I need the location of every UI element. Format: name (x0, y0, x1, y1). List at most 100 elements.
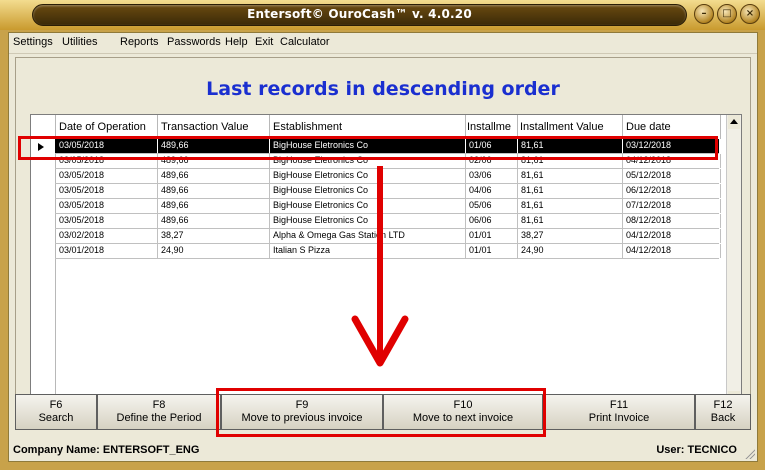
table-cell: 01/06 (469, 140, 492, 150)
cell-divider (622, 199, 623, 213)
col-due-date[interactable]: Due date (626, 121, 718, 133)
cell-divider (157, 199, 158, 213)
cell-divider (465, 229, 466, 243)
table-cell: 03/01/2018 (59, 245, 105, 255)
minimize-button[interactable]: – (694, 4, 714, 24)
table-row[interactable]: 03/05/2018 489,66 BigHouse Eletronics Co 06… (55, 214, 721, 229)
cell-divider (269, 214, 270, 228)
maximize-button[interactable]: □ (717, 4, 737, 24)
maximize-icon: □ (722, 8, 732, 19)
table-row[interactable]: 03/02/2018 38,27 Alpha & Omega Gas Station… (55, 229, 721, 244)
cell-divider (517, 244, 518, 258)
table-row[interactable]: 03/05/2018 489,66 BigHouse Eletronics Co 04… (55, 184, 721, 199)
define-period-label: Define the Period (116, 412, 202, 424)
cell-divider (622, 214, 623, 228)
vertical-scrollbar[interactable] (726, 115, 741, 405)
table-cell: 03/05/2018 (59, 170, 105, 180)
table-cell: 03/02/2018 (59, 230, 105, 240)
col-date-of-operation[interactable]: Date of Operation (59, 121, 155, 133)
table-cell: 03/05/2018 (59, 200, 105, 210)
col-establishment[interactable]: Establishment (273, 121, 463, 133)
menu-settings[interactable]: Settings (13, 36, 53, 48)
grid-header: Date of Operation Transaction Value Esta… (31, 115, 728, 139)
menu-reports[interactable]: Reports (120, 36, 159, 48)
table-cell: 489,66 (161, 185, 189, 195)
search-key: F6 (49, 399, 63, 411)
cell-divider (720, 169, 721, 183)
cell-divider (157, 139, 158, 153)
table-cell: 03/06 (469, 170, 492, 180)
header-divider (269, 115, 270, 139)
table-cell: BigHouse Eletronics Co (273, 170, 369, 180)
define-period-button[interactable]: F8 Define the Period (97, 394, 221, 430)
cell-divider (622, 169, 623, 183)
search-button[interactable]: F6 Search (15, 394, 97, 430)
header-divider (157, 115, 158, 139)
arrow-up-icon (730, 119, 738, 124)
cell-divider (720, 184, 721, 198)
cell-divider (720, 244, 721, 258)
table-row[interactable]: 03/01/2018 24,90 Italian S Pizza 01/01 24,90… (55, 244, 721, 259)
cell-divider (517, 214, 518, 228)
cell-divider (517, 169, 518, 183)
menu-help[interactable]: Help (225, 36, 248, 48)
title-pill: Entersoft© OuroCash™ v. 4.0.20 (32, 4, 687, 26)
cell-divider (269, 199, 270, 213)
col-transaction-value[interactable]: Transaction Value (161, 121, 267, 133)
table-cell: 04/12/2018 (626, 230, 672, 240)
scroll-up-button[interactable] (728, 115, 740, 129)
previous-invoice-button[interactable]: F9 Move to previous invoice (221, 394, 383, 430)
cell-divider (157, 184, 158, 198)
cell-divider (269, 169, 270, 183)
next-invoice-key: F10 (453, 399, 473, 411)
table-row[interactable]: 03/05/2018 489,66 BigHouse Eletronics Co 02… (55, 154, 721, 169)
table-cell: 24,90 (521, 245, 544, 255)
table-row[interactable]: 03/05/2018 489,66 BigHouse Eletronics Co 01… (55, 139, 721, 154)
cell-divider (622, 244, 623, 258)
cell-divider (622, 184, 623, 198)
back-button[interactable]: F12 Back (695, 394, 751, 430)
app-window: Entersoft© OuroCash™ v. 4.0.20 – □ × Set… (0, 0, 765, 470)
table-cell: 24,90 (161, 245, 184, 255)
resize-grip-icon[interactable] (743, 447, 755, 459)
table-cell: 05/12/2018 (626, 170, 672, 180)
cell-divider (720, 154, 721, 168)
cell-divider (465, 184, 466, 198)
table-cell: BigHouse Eletronics Co (273, 215, 369, 225)
col-installment-value[interactable]: Installment Value (520, 121, 620, 133)
table-row[interactable]: 03/05/2018 489,66 BigHouse Eletronics Co 05… (55, 199, 721, 214)
client-area: Settings Utilities Reports Passwords Hel… (8, 32, 758, 462)
next-invoice-button[interactable]: F10 Move to next invoice (383, 394, 543, 430)
col-installment[interactable]: Installme (467, 121, 517, 133)
close-button[interactable]: × (740, 4, 760, 24)
table-cell: 08/12/2018 (626, 215, 672, 225)
menu-passwords[interactable]: Passwords (167, 36, 221, 48)
print-invoice-button[interactable]: F11 Print Invoice (543, 394, 695, 430)
table-cell: 489,66 (161, 200, 189, 210)
cell-divider (517, 139, 518, 153)
print-invoice-key: F11 (609, 399, 629, 411)
table-cell: 81,61 (521, 140, 544, 150)
menu-exit[interactable]: Exit (255, 36, 273, 48)
table-cell: 489,66 (161, 155, 189, 165)
status-bar: Company Name: ENTERSOFT_ENG User: TECNIC… (9, 439, 757, 461)
define-period-key: F8 (152, 399, 166, 411)
table-cell: 03/05/2018 (59, 185, 105, 195)
table-cell: 05/06 (469, 200, 492, 210)
menu-utilities[interactable]: Utilities (62, 36, 97, 48)
header-divider (55, 115, 56, 139)
title-bar[interactable]: Entersoft© OuroCash™ v. 4.0.20 – □ × (0, 0, 765, 30)
menu-calculator[interactable]: Calculator (280, 36, 330, 48)
current-row-pointer-icon (38, 143, 44, 151)
table-cell: 06/06 (469, 215, 492, 225)
cell-divider (622, 154, 623, 168)
cell-divider (465, 139, 466, 153)
table-cell: 03/12/2018 (626, 140, 672, 150)
previous-invoice-label: Move to previous invoice (241, 412, 363, 424)
company-name: Company Name: ENTERSOFT_ENG (13, 444, 200, 456)
table-cell: 03/05/2018 (59, 155, 105, 165)
cell-divider (465, 154, 466, 168)
cell-divider (465, 169, 466, 183)
cell-divider (465, 244, 466, 258)
table-row[interactable]: 03/05/2018 489,66 BigHouse Eletronics Co 03… (55, 169, 721, 184)
